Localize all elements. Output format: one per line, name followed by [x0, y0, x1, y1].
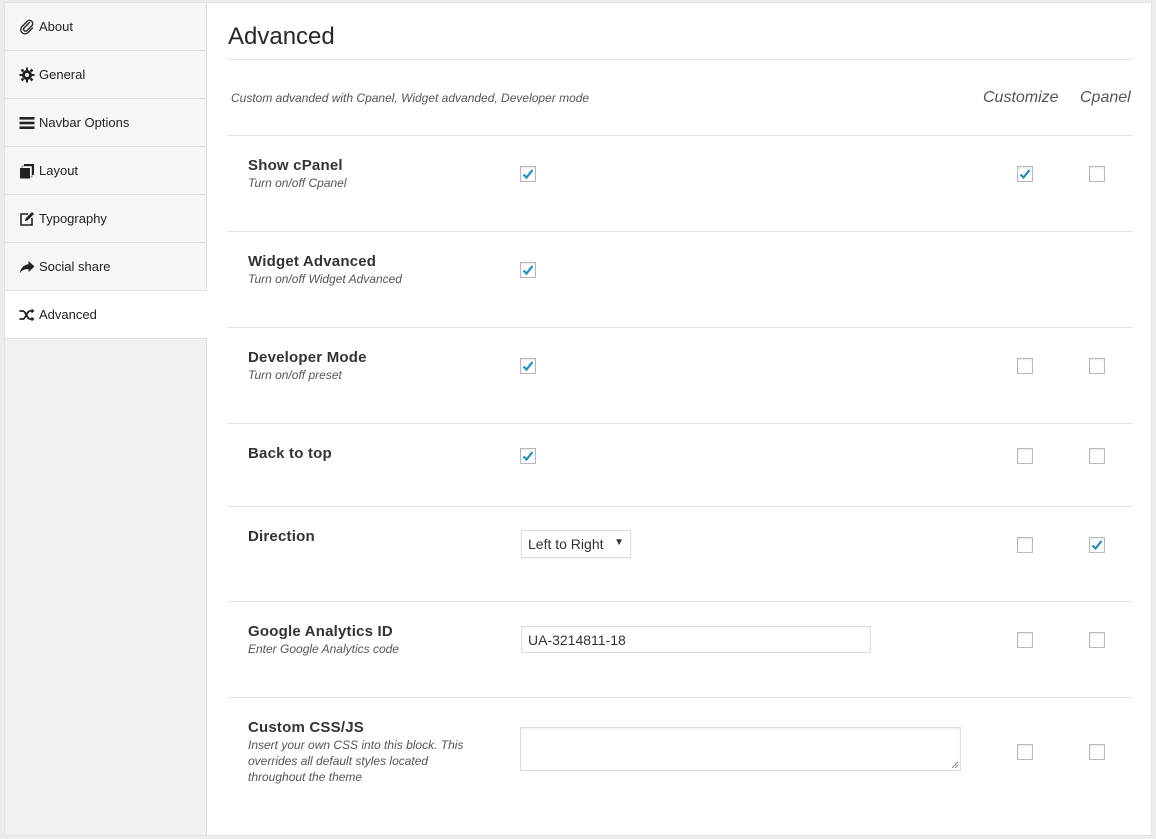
widget-advanced-checkbox[interactable] [520, 262, 536, 278]
sidebar-item-advanced[interactable]: Advanced [5, 291, 207, 339]
sidebar-item-label: Advanced [39, 307, 97, 322]
custom-css-textarea[interactable] [520, 727, 961, 771]
bars-icon [19, 115, 35, 131]
google-analytics-customize-checkbox[interactable] [1017, 632, 1033, 648]
option-title: Direction [248, 528, 315, 545]
custom-css-customize-checkbox[interactable] [1017, 744, 1033, 760]
share-icon [19, 259, 35, 275]
sidebar-item-label: About [39, 19, 73, 34]
option-row-custom-css: Custom CSS/JS Insert your own CSS into t… [228, 698, 1132, 818]
option-row-google-analytics: Google Analytics ID Enter Google Analyti… [228, 602, 1132, 698]
main-content: Advanced Custom advanded with Cpanel, Wi… [228, 3, 1132, 818]
page-title: Advanced [228, 3, 1132, 60]
developer-mode-cpanel-checkbox[interactable] [1089, 358, 1105, 374]
option-row-direction: Direction Left to Right ▼ [228, 507, 1132, 602]
sidebar-item-general[interactable]: General [5, 51, 206, 99]
option-title: Custom CSS/JS [248, 719, 364, 736]
direction-customize-checkbox[interactable] [1017, 537, 1033, 553]
column-header-cpanel: Cpanel [1080, 89, 1131, 106]
google-analytics-cpanel-checkbox[interactable] [1089, 632, 1105, 648]
sidebar-item-layout[interactable]: Layout [5, 147, 206, 195]
sidebar-item-label: Navbar Options [39, 115, 130, 130]
sidebar-item-about[interactable]: About [5, 3, 206, 51]
back-to-top-customize-checkbox[interactable] [1017, 448, 1033, 464]
edit-icon [19, 211, 35, 227]
option-row-developer-mode: Developer Mode Turn on/off preset [228, 328, 1132, 424]
option-description: Enter Google Analytics code [248, 642, 399, 656]
column-header-customize: Customize [983, 89, 1059, 106]
direction-select-value: Left to Right [528, 536, 604, 552]
option-description: Insert your own CSS into this block. Thi… [248, 738, 464, 784]
random-icon [19, 307, 35, 323]
show-cpanel-checkbox[interactable] [520, 166, 536, 182]
option-description: Turn on/off preset [248, 368, 342, 382]
developer-mode-checkbox[interactable] [520, 358, 536, 374]
option-row-back-to-top: Back to top [228, 424, 1132, 507]
section-header: Custom advanded with Cpanel, Widget adva… [228, 60, 1132, 136]
sidebar: About General Navbar Options Layout Typo… [5, 3, 207, 835]
paperclip-icon [19, 19, 35, 35]
sidebar-item-label: General [39, 67, 86, 82]
option-description: Turn on/off Cpanel [248, 176, 347, 190]
direction-select[interactable]: Left to Right ▼ [521, 530, 631, 558]
option-title: Back to top [248, 445, 332, 462]
option-title: Show cPanel [248, 157, 343, 174]
back-to-top-checkbox[interactable] [520, 448, 536, 464]
options-panel: About General Navbar Options Layout Typo… [4, 2, 1152, 836]
section-description: Custom advanded with Cpanel, Widget adva… [231, 91, 590, 105]
show-cpanel-customize-checkbox[interactable] [1017, 166, 1033, 182]
show-cpanel-cpanel-checkbox[interactable] [1089, 166, 1105, 182]
option-description: Turn on/off Widget Advanced [248, 272, 402, 286]
sidebar-item-label: Typography [39, 211, 107, 226]
google-analytics-input[interactable]: UA-3214811-18 [521, 626, 871, 653]
developer-mode-customize-checkbox[interactable] [1017, 358, 1033, 374]
option-title: Widget Advanced [248, 253, 377, 270]
resize-grip-icon[interactable] [951, 761, 959, 769]
option-row-widget-advanced: Widget Advanced Turn on/off Widget Advan… [228, 232, 1132, 328]
option-title: Google Analytics ID [248, 623, 393, 640]
sidebar-item-navbar-options[interactable]: Navbar Options [5, 99, 206, 147]
gear-icon [19, 67, 35, 83]
sidebar-item-social-share[interactable]: Social share [5, 243, 206, 291]
direction-cpanel-checkbox[interactable] [1089, 537, 1105, 553]
dropdown-arrow-icon: ▼ [614, 537, 624, 548]
option-title: Developer Mode [248, 349, 367, 366]
sidebar-item-label: Social share [39, 259, 111, 274]
option-row-show-cpanel: Show cPanel Turn on/off Cpanel [228, 136, 1132, 232]
copy-icon [19, 163, 35, 179]
back-to-top-cpanel-checkbox[interactable] [1089, 448, 1105, 464]
sidebar-item-label: Layout [39, 163, 79, 178]
custom-css-cpanel-checkbox[interactable] [1089, 744, 1105, 760]
sidebar-item-typography[interactable]: Typography [5, 195, 206, 243]
